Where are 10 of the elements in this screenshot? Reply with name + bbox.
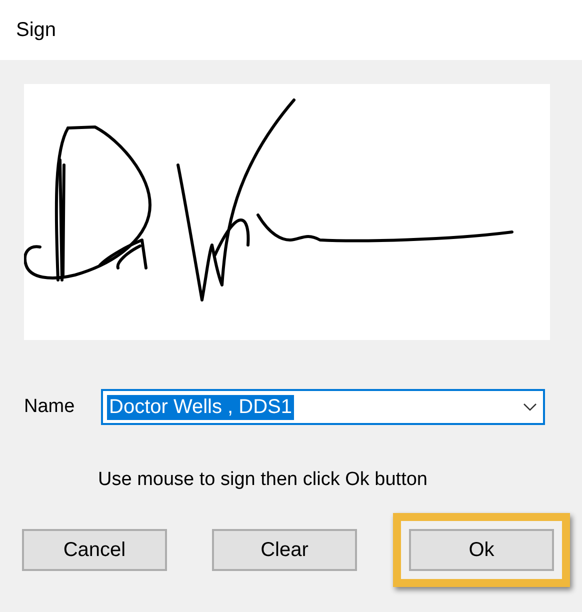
name-value: Doctor Wells , DDS1 <box>107 394 294 420</box>
window-title: Sign <box>16 18 56 42</box>
name-label: Name <box>24 396 76 418</box>
dialog-button[interactable]: Clear <box>212 529 357 571</box>
instruction-text: Use mouse to sign then click Ok button <box>98 469 428 491</box>
chevron-down-icon[interactable] <box>523 403 537 411</box>
dialog-button[interactable]: Cancel <box>22 529 167 571</box>
dialog-button[interactable]: Ok <box>409 529 554 571</box>
name-combo-box[interactable]: Doctor Wells , DDS1 <box>101 389 545 425</box>
signature-pad[interactable] <box>24 84 550 340</box>
